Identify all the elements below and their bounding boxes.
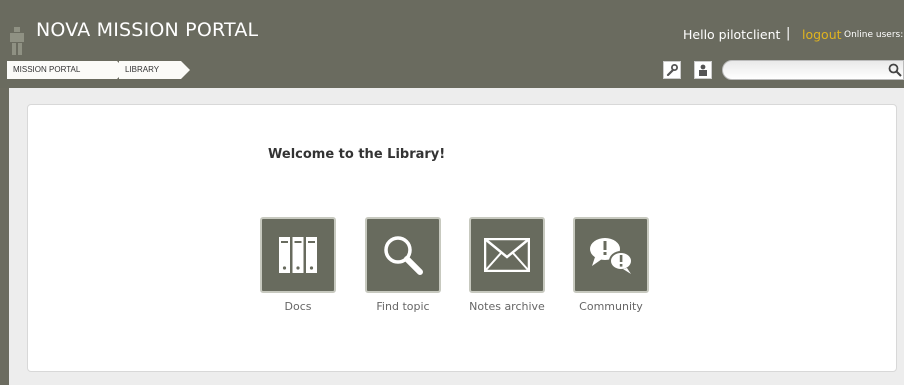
- header-separator: |: [786, 26, 791, 41]
- search-input[interactable]: [722, 60, 904, 80]
- settings-button[interactable]: [663, 61, 681, 79]
- wrench-icon: [666, 64, 678, 76]
- breadcrumb-item-mission-portal[interactable]: MISSION PORTAL: [7, 61, 126, 79]
- docs-tile[interactable]: [260, 217, 336, 293]
- chat-bubbles-icon: [590, 238, 633, 274]
- breadcrumb-label: MISSION PORTAL: [13, 65, 81, 74]
- breadcrumb-label: LIBRARY: [125, 65, 160, 74]
- user-icon: [699, 64, 707, 76]
- library-panel: [27, 104, 897, 372]
- docs-label: Docs: [284, 300, 312, 313]
- top-bar: NOVA MISSION PORTAL Hello pilotclient | …: [0, 10, 904, 55]
- user-greeting: Hello pilotclient: [683, 27, 781, 42]
- breadcrumb-arrow: [181, 61, 190, 79]
- community-label: Community: [579, 300, 643, 313]
- logout-link[interactable]: logout: [802, 27, 842, 42]
- magnifier-icon: [384, 236, 423, 275]
- envelope-icon: [484, 238, 530, 272]
- find-topic-tile[interactable]: [365, 217, 441, 293]
- community-tile[interactable]: [573, 217, 649, 293]
- search-icon[interactable]: [888, 63, 902, 77]
- portal-logo-icon: [10, 27, 24, 55]
- online-users-label: Online users:: [844, 30, 904, 40]
- welcome-heading: Welcome to the Library!: [268, 147, 446, 162]
- search-box: [722, 60, 904, 80]
- header: NOVA MISSION PORTAL Hello pilotclient | …: [0, 0, 904, 88]
- app-title: NOVA MISSION PORTAL: [36, 19, 259, 41]
- binders-icon: [279, 237, 317, 273]
- notes-archive-label: Notes archive: [469, 300, 545, 313]
- find-topic-label: Find topic: [376, 300, 430, 313]
- notes-archive-tile[interactable]: [469, 217, 545, 293]
- profile-button[interactable]: [694, 61, 712, 79]
- breadcrumb-item-library[interactable]: LIBRARY: [119, 61, 190, 79]
